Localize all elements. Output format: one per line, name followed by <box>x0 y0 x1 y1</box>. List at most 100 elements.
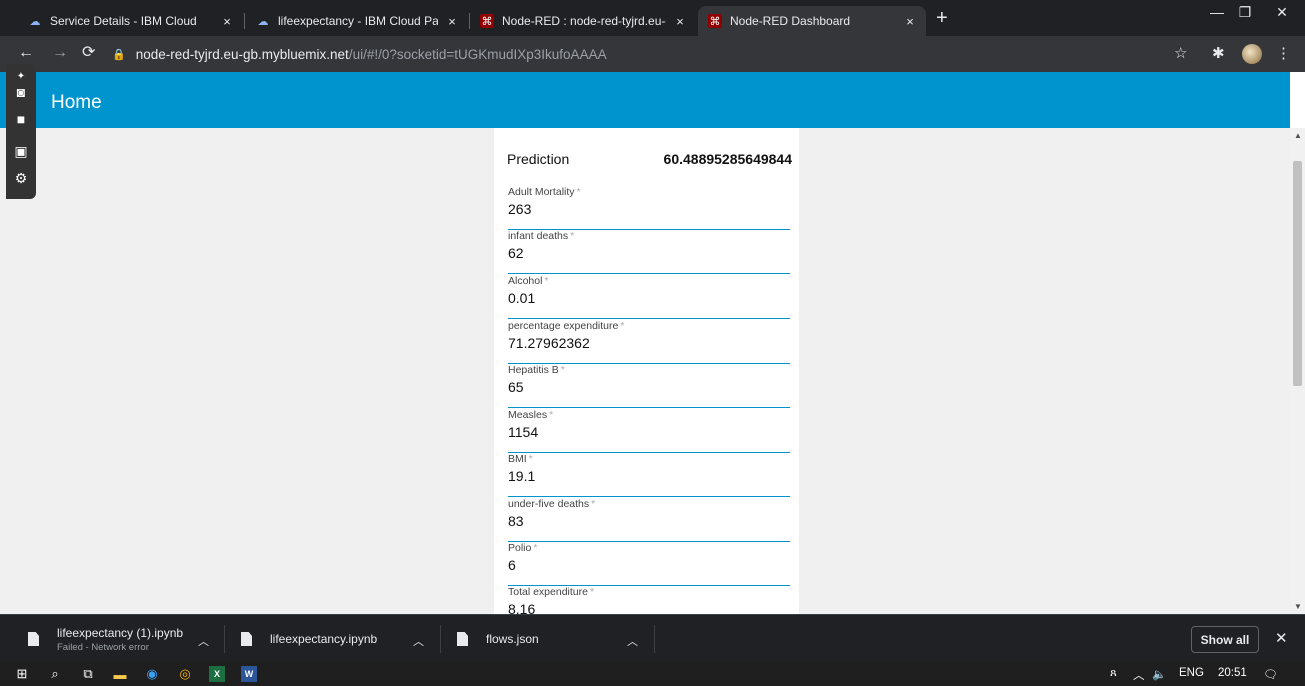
word-icon[interactable]: W <box>241 666 257 682</box>
measles-field[interactable]: Measles * 1154 <box>508 409 790 453</box>
chevron-up-icon[interactable]: ︿ <box>198 633 209 649</box>
address-bar[interactable]: 🔒 node-red-tyjrd.eu-gb.mybluemix.net/ui/… <box>112 41 1158 67</box>
browser-tab-strip: ☁ Service Details - IBM Cloud × ☁ lifeex… <box>0 0 1305 36</box>
chrome-icon[interactable]: ◎ <box>177 666 193 682</box>
close-icon[interactable]: × <box>672 14 688 29</box>
chevron-up-icon[interactable]: ︿ <box>1133 667 1145 683</box>
percentage-expenditure-field[interactable]: percentage expenditure * 71.27962362 <box>508 320 790 364</box>
ibm-cloud-icon: ☁ <box>257 15 269 28</box>
chevron-up-icon[interactable]: ︿ <box>413 633 424 649</box>
field-label: percentage expenditure * <box>508 320 625 332</box>
camera-icon[interactable]: ◙ <box>11 82 31 102</box>
field-label: Measles * <box>508 409 554 421</box>
people-icon[interactable]: ጸ <box>1110 667 1117 680</box>
field-label: infant deaths * <box>508 230 575 242</box>
field-value[interactable]: 62 <box>508 245 524 261</box>
task-view-icon[interactable]: ⧉ <box>80 666 96 682</box>
screenshot-extension-toolbar: ✦ ◙ ■ ▣ ⚙ <box>6 64 36 199</box>
download-item[interactable]: flows.json ︿ <box>457 615 647 663</box>
tab-node-red-editor[interactable]: ⌘ Node-RED : node-red-tyjrd.eu-gb × <box>470 6 696 36</box>
field-value[interactable]: 1154 <box>508 424 538 440</box>
download-status: Failed - Network error <box>57 641 149 653</box>
browser-toolbar: ← → ⟳ 🔒 node-red-tyjrd.eu-gb.mybluemix.n… <box>0 36 1305 72</box>
video-camera-icon[interactable]: ■ <box>11 109 31 129</box>
clock[interactable]: 20:51 <box>1218 667 1247 679</box>
page-scrollbar[interactable]: ▲ ▼ <box>1290 128 1305 614</box>
tab-title: lifeexpectancy - IBM Cloud Pak fo <box>278 14 438 28</box>
field-value[interactable]: 83 <box>508 513 524 529</box>
volume-icon[interactable]: 🔈 <box>1152 667 1166 681</box>
field-label: Hepatitis B * <box>508 364 565 376</box>
edge-icon[interactable]: ◉ <box>144 666 160 682</box>
field-label: Adult Mortality * <box>508 186 581 198</box>
close-icon[interactable]: ✕ <box>1275 629 1288 647</box>
node-red-icon: ⌘ <box>708 14 722 28</box>
field-value[interactable]: 19.1 <box>508 468 535 484</box>
new-tab-button[interactable]: + <box>936 8 948 28</box>
tab-title: Node-RED : node-red-tyjrd.eu-gb <box>502 14 666 28</box>
separator <box>440 625 441 653</box>
window-close-icon[interactable]: ✕ <box>1262 4 1302 21</box>
prediction-row: Prediction 60.48895285649844 <box>507 151 792 167</box>
field-label: BMI * <box>508 453 533 465</box>
reload-icon[interactable]: ⟳ <box>82 44 95 62</box>
url-path: /ui/#!/0?socketid=tUGKmudIXp3IkufoAAAA <box>348 46 607 62</box>
scroll-down-arrow-icon[interactable]: ▼ <box>1294 602 1302 611</box>
search-icon[interactable]: ⌕ <box>47 666 63 682</box>
field-value[interactable]: 263 <box>508 201 531 217</box>
field-value[interactable]: 71.27962362 <box>508 335 590 351</box>
polio-field[interactable]: Polio * 6 <box>508 542 790 586</box>
alcohol-field[interactable]: Alcohol * 0.01 <box>508 275 790 319</box>
bookmark-star-icon[interactable]: ☆ <box>1174 44 1187 62</box>
field-value[interactable]: 0.01 <box>508 290 535 306</box>
back-icon[interactable]: ← <box>18 44 34 62</box>
separator <box>654 625 655 653</box>
tab-node-red-dashboard[interactable]: ⌘ Node-RED Dashboard × <box>698 6 926 36</box>
field-value[interactable]: 8.16 <box>508 601 535 614</box>
profile-avatar[interactable] <box>1242 44 1262 64</box>
dashboard-content: Prediction 60.48895285649844 Adult Morta… <box>0 128 1290 614</box>
file-explorer-icon[interactable]: ▬ <box>112 666 128 682</box>
node-red-icon: ⌘ <box>480 14 494 28</box>
hepatitis-b-field[interactable]: Hepatitis B * 65 <box>508 364 790 408</box>
close-icon[interactable]: × <box>444 14 460 29</box>
prediction-label: Prediction <box>507 151 570 167</box>
menu-kebab-icon[interactable]: ⋮ <box>1276 44 1291 62</box>
file-icon <box>457 632 468 646</box>
under-five-deaths-field[interactable]: under-five deaths * 83 <box>508 498 790 542</box>
bmi-field[interactable]: BMI * 19.1 <box>508 453 790 497</box>
tab-separator <box>244 13 245 29</box>
tab-lifeexpectancy[interactable]: ☁ lifeexpectancy - IBM Cloud Pak fo × <box>246 6 468 36</box>
infant-deaths-field[interactable]: infant deaths * 62 <box>508 230 790 274</box>
field-value[interactable]: 65 <box>508 379 524 395</box>
downloads-bar: lifeexpectancy (1).ipynb Failed - Networ… <box>0 614 1305 662</box>
restore-icon[interactable]: ❐ <box>1225 4 1265 21</box>
file-icon <box>28 632 39 646</box>
close-icon[interactable]: × <box>902 14 918 29</box>
language-indicator[interactable]: ENG <box>1179 667 1204 679</box>
close-icon[interactable]: × <box>219 14 235 29</box>
tab-title: Service Details - IBM Cloud <box>50 14 197 28</box>
gallery-icon[interactable]: ▣ <box>11 141 31 161</box>
download-item[interactable]: lifeexpectancy (1).ipynb Failed - Networ… <box>28 615 218 663</box>
notifications-icon[interactable]: 🗨 <box>1263 667 1278 681</box>
total-expenditure-field[interactable]: Total expenditure * 8.16 <box>508 586 790 614</box>
scroll-thumb[interactable] <box>1293 161 1302 386</box>
download-item[interactable]: lifeexpectancy.ipynb ︿ <box>241 615 431 663</box>
chevron-up-icon[interactable]: ︿ <box>627 633 638 649</box>
form-card: Prediction 60.48895285649844 Adult Morta… <box>494 128 799 614</box>
scroll-up-arrow-icon[interactable]: ▲ <box>1294 131 1302 140</box>
forward-icon[interactable]: → <box>52 44 68 62</box>
windows-start-icon[interactable]: ⊞ <box>14 666 30 682</box>
extensions-puzzle-icon[interactable]: ✱ <box>1212 44 1225 62</box>
file-icon <box>241 632 252 646</box>
lock-icon[interactable]: 🔒 <box>112 48 126 61</box>
tab-title: Node-RED Dashboard <box>730 14 851 28</box>
tab-service-details[interactable]: ☁ Service Details - IBM Cloud × <box>18 6 243 36</box>
adult-mortality-field[interactable]: Adult Mortality * 263 <box>508 186 790 230</box>
field-label: under-five deaths * <box>508 498 596 510</box>
show-all-button[interactable]: Show all <box>1191 626 1259 653</box>
settings-gear-icon[interactable]: ⚙ <box>11 168 31 188</box>
field-value[interactable]: 6 <box>508 557 516 573</box>
excel-icon[interactable]: X <box>209 666 225 682</box>
